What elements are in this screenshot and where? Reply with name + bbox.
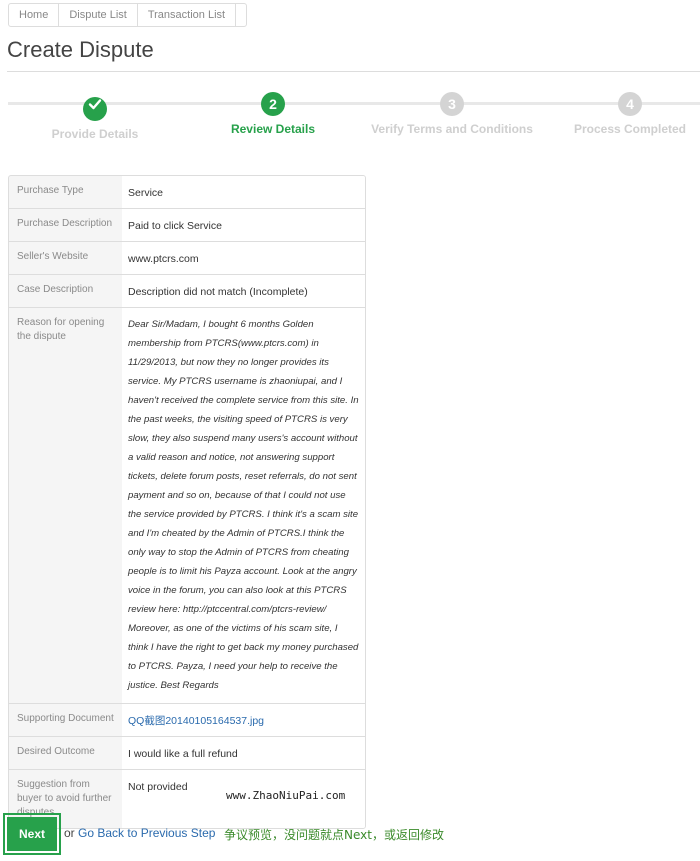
back-row: or Go Back to Previous Step [64, 826, 215, 840]
field-label: Purchase Description [17, 218, 113, 229]
step-process-completed: 4 Process Completed [540, 92, 700, 136]
or-text: or [64, 826, 75, 840]
field-value: www.ptcrs.com [122, 242, 365, 274]
row-purchase-type: Purchase Type Service [9, 176, 365, 208]
breadcrumb: Home Dispute List Transaction List [8, 3, 248, 27]
field-value: QQ截图20140105164537.jpg [122, 704, 365, 736]
title-divider [7, 71, 700, 72]
next-button[interactable]: Next [7, 817, 57, 851]
field-label: Desired Outcome [17, 746, 95, 757]
breadcrumb-transaction-list[interactable]: Transaction List [136, 4, 235, 26]
next-button-highlight: Next [3, 813, 61, 855]
step-label: Review Details [230, 122, 316, 136]
annotation-text: 争议预览，没问题就点Next，或返回修改 [224, 828, 444, 842]
field-label: Supporting Document [17, 713, 114, 724]
go-back-link[interactable]: Go Back to Previous Step [78, 826, 215, 840]
row-reason: Reason for opening the dispute Dear Sir/… [9, 307, 365, 703]
field-value: Service [122, 176, 365, 208]
field-label: Reason for opening the dispute [17, 317, 105, 342]
breadcrumb-dispute-list[interactable]: Dispute List [58, 4, 136, 26]
page-title: Create Dispute [7, 37, 154, 62]
step-label: Verify Terms and Conditions [371, 122, 533, 136]
check-icon [83, 97, 107, 121]
row-supporting-document: Supporting Document QQ截图20140105164537.j… [9, 703, 365, 736]
field-label: Seller's Website [17, 251, 89, 262]
step-verify-terms: 3 Verify Terms and Conditions [362, 92, 542, 136]
step-provide-details: Provide Details [5, 92, 185, 141]
step-label: Process Completed [573, 122, 687, 136]
watermark-text: www.ZhaoNiuPai.com [226, 789, 346, 802]
field-value: Dear Sir/Madam, I bought 6 months Golden… [122, 308, 365, 703]
step-number: 3 [440, 92, 464, 116]
field-value: I would like a full refund [122, 737, 365, 769]
step-number: 2 [261, 92, 285, 116]
step-number: 4 [618, 92, 642, 116]
field-label: Case Description [17, 284, 94, 295]
row-seller-website: Seller's Website www.ptcrs.com [9, 241, 365, 274]
row-case-description: Case Description Description did not mat… [9, 274, 365, 307]
supporting-document-link[interactable]: QQ截图20140105164537.jpg [128, 715, 264, 727]
field-value: Paid to click Service [122, 209, 365, 241]
row-desired-outcome: Desired Outcome I would like a full refu… [9, 736, 365, 769]
step-label: Provide Details [51, 127, 139, 141]
step-review-details: 2 Review Details [183, 92, 363, 136]
row-purchase-description: Purchase Description Paid to click Servi… [9, 208, 365, 241]
field-label: Purchase Type [17, 185, 84, 196]
breadcrumb-home[interactable]: Home [9, 4, 58, 26]
breadcrumb-end [235, 4, 246, 26]
dispute-details-table: Purchase Type Service Purchase Descripti… [8, 175, 366, 829]
field-value: Description did not match (Incomplete) [122, 275, 365, 307]
